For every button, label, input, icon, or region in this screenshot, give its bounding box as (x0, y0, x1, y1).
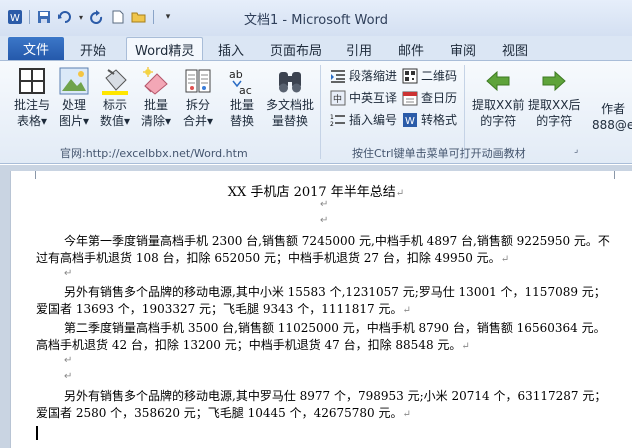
document-title: XX 手机店 2017 年半年总结↵ (227, 185, 405, 200)
arrow-left-icon (482, 65, 514, 97)
batch-clear-button[interactable]: 批量 清除▾ (140, 65, 172, 129)
word-window: W ▾ ▾ 文档1 - Microsoft Word 文件 开始 Word精灵 … (0, 0, 632, 448)
mark-numbers-button[interactable]: 标示 数值▾ (99, 65, 131, 129)
margin-corner-mark (35, 171, 36, 179)
tab-references[interactable]: 引用 (346, 40, 372, 59)
word-format-icon: W (402, 112, 418, 128)
qr-code-icon (402, 68, 418, 84)
tab-mailings[interactable]: 邮件 (398, 40, 424, 59)
binoculars-icon (274, 65, 306, 97)
calendar-button[interactable]: 查日历 (402, 89, 457, 106)
svg-text:ab: ab (229, 68, 243, 81)
multi-doc-batch-replace-button[interactable]: 多文档批 量替换 (266, 65, 314, 129)
svg-text:2: 2 (330, 121, 334, 127)
tab-review[interactable]: 审阅 (450, 40, 476, 59)
insert-numbering-button[interactable]: 12 插入编号 (330, 111, 397, 128)
ribbon: 批注与 表格▾ 处理 图片▾ 标示 数值▾ 批量 清除▾ 拆分 合并▾ ab a… (0, 60, 632, 164)
eraser-icon (140, 65, 172, 97)
ribbon-tabs: 文件 开始 Word精灵 插入 页面布局 引用 邮件 审阅 视图 (0, 36, 632, 60)
paragraph-mark: ↵ (64, 355, 73, 366)
author-info: 作者 888@e (592, 102, 632, 132)
tab-word-jingling[interactable]: Word精灵 (126, 37, 204, 60)
svg-text:中: 中 (333, 93, 342, 105)
paragraph-mark: ↵ (320, 199, 329, 210)
split-merge-icon (182, 65, 214, 97)
paragraph-indent-button[interactable]: 段落缩进 (330, 67, 397, 84)
group-label-ctrl-tip: 按住Ctrl键单击菜单可打开动画教材 (352, 147, 526, 160)
calendar-icon (402, 90, 418, 106)
title-bar: W ▾ ▾ 文档1 - Microsoft Word (0, 0, 632, 36)
text-cursor (36, 426, 38, 440)
group-label-website: 官网:http://excelbbx.net/Word.htm (60, 147, 248, 160)
tab-insert[interactable]: 插入 (218, 40, 244, 59)
table-grid-icon (16, 65, 48, 97)
paragraph-mark: ↵ (64, 268, 73, 279)
group-separator (320, 65, 321, 159)
translate-icon: 中 (330, 90, 346, 106)
replace-ab-ac-icon: ab ac (226, 65, 258, 97)
comments-tables-button[interactable]: 批注与 表格▾ (14, 65, 50, 129)
paragraph-q2-powerbanks: 另外有销售多个品牌的移动电源,其中罗马仕 8977 个，798953 元;小米 … (36, 389, 607, 420)
indent-icon (330, 68, 346, 84)
tab-file[interactable]: 文件 (8, 37, 64, 60)
cn-en-translate-button[interactable]: 中 中英互译 (330, 89, 397, 106)
dialog-launcher-icon[interactable]: ⌟ (574, 145, 578, 155)
paragraph-mark: ↵ (64, 371, 73, 382)
paint-bucket-icon (99, 65, 131, 97)
extract-after-xx-button[interactable]: 提取XX后 的字符 (528, 65, 580, 129)
convert-format-button[interactable]: W 转格式 (402, 111, 457, 128)
tab-home[interactable]: 开始 (80, 40, 106, 59)
svg-text:1: 1 (330, 114, 334, 121)
arrow-right-icon (538, 65, 570, 97)
svg-text:W: W (405, 116, 415, 127)
tab-view[interactable]: 视图 (502, 40, 528, 59)
numbered-list-icon: 12 (330, 112, 346, 128)
split-merge-button[interactable]: 拆分 合并▾ (182, 65, 214, 129)
paragraph-q1-phones: 今年第一季度销量高档手机 2300 台,销售额 7245000 元,中档手机 4… (36, 234, 610, 265)
batch-replace-button[interactable]: ab ac 批量 替换 (226, 65, 258, 129)
picture-icon (58, 65, 90, 97)
paragraph-mark: ↵ (320, 215, 329, 226)
svg-text:ac: ac (239, 84, 252, 96)
margin-corner-mark (614, 171, 615, 179)
window-title: 文档1 - Microsoft Word (244, 13, 388, 28)
tab-page-layout[interactable]: 页面布局 (270, 40, 322, 59)
process-images-button[interactable]: 处理 图片▾ (58, 65, 90, 129)
qr-code-button[interactable]: 二维码 (402, 67, 457, 84)
paragraph-q2-phones: 第二季度销量高档手机 3500 台,销售额 11025000 元，中档手机 87… (36, 321, 606, 352)
extract-before-xx-button[interactable]: 提取XX前 的字符 (472, 65, 524, 129)
paragraph-q1-powerbanks: 另外有销售多个品牌的移动电源,其中小米 15583 个,1231057 元;罗马… (36, 285, 606, 316)
